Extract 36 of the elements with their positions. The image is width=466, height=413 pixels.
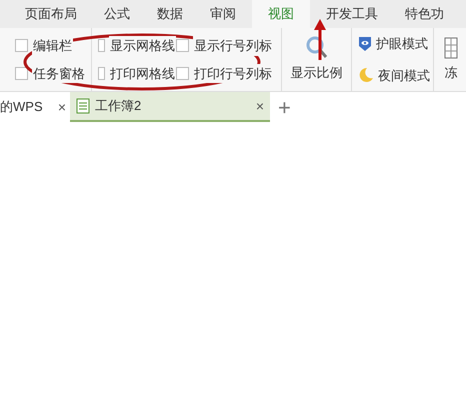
close-icon[interactable]: × (256, 96, 264, 116)
checkbox-option[interactable]: 任务窗格 (15, 64, 91, 83)
close-icon[interactable]: × (58, 96, 66, 118)
spreadsheet-icon (76, 98, 90, 114)
checkbox-option[interactable]: 编辑栏 (15, 36, 91, 56)
ribbon-tab[interactable]: 数据 (146, 0, 194, 28)
mode-button[interactable]: 护眼模式 (358, 34, 433, 54)
ribbon-tab[interactable]: 开发工具 (315, 0, 389, 28)
checkbox[interactable] (98, 39, 105, 52)
ribbon-tab[interactable]: 审阅 (199, 0, 247, 28)
checkbox[interactable] (15, 39, 28, 52)
ribbon-tab[interactable]: 公式 (93, 0, 141, 28)
checkbox[interactable] (15, 66, 28, 80)
mode-button[interactable]: 夜间模式 (358, 66, 433, 85)
magnifier-icon (306, 36, 328, 60)
annotation-arrow (312, 18, 328, 62)
option-label: 显示行号列标 (193, 36, 273, 56)
option-label: 打印行号列标 (193, 64, 273, 83)
tab-title: 的WPS (0, 98, 43, 116)
ribbon-tab[interactable]: 特色功 (394, 0, 455, 28)
shield-icon (358, 36, 372, 52)
grid-icon (444, 36, 458, 59)
document-tab[interactable]: 工作簿2 × (70, 92, 270, 122)
moon-icon (358, 67, 374, 84)
freeze-button[interactable]: 冻 (434, 28, 458, 91)
checkbox[interactable] (176, 66, 189, 80)
ribbon-tab[interactable]: 视图 (252, 0, 310, 28)
checkbox[interactable] (98, 66, 105, 80)
checkbox[interactable] (176, 39, 189, 52)
tab-title: 工作簿2 (95, 97, 142, 116)
document-tab[interactable]: 的WPS × (0, 92, 70, 122)
new-tab-icon[interactable]: + (278, 90, 291, 124)
ribbon-tab[interactable]: 页面布局 (14, 0, 88, 28)
checkbox-option[interactable]: 显示行号列标 (176, 36, 281, 56)
checkbox-option[interactable]: 打印行号列标 (176, 64, 281, 83)
option-label: 编辑栏 (32, 36, 73, 56)
